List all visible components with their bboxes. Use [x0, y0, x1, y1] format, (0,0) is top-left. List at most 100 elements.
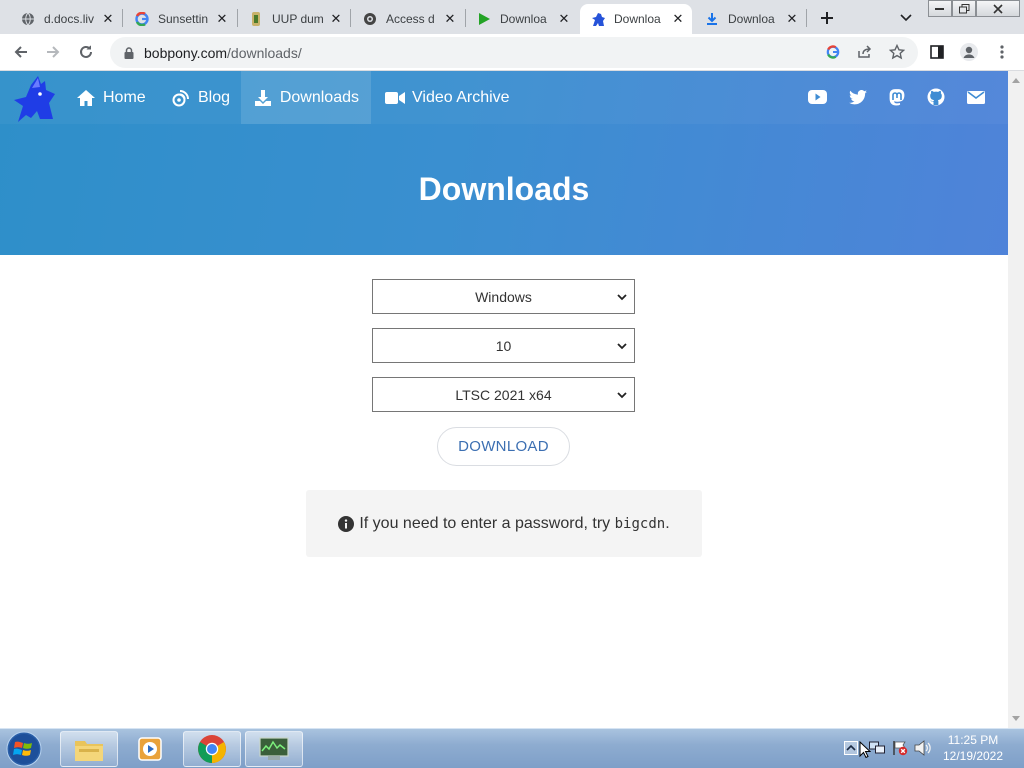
tab-title: Downloa: [500, 12, 547, 26]
close-icon[interactable]: ✕: [784, 11, 800, 27]
address-bar[interactable]: bobpony.com/downloads/: [110, 37, 918, 68]
os-select[interactable]: Windows: [372, 279, 635, 314]
tab-title: Downloa: [728, 12, 775, 26]
google-translate-icon[interactable]: [820, 39, 846, 65]
nav-blog[interactable]: Blog: [159, 71, 242, 124]
close-window-button[interactable]: [976, 0, 1020, 17]
menu-kebab-icon[interactable]: [989, 39, 1015, 65]
download-button[interactable]: DOWNLOAD: [437, 427, 570, 466]
twitter-icon[interactable]: [848, 87, 868, 107]
lock-icon[interactable]: [122, 46, 136, 60]
back-button[interactable]: [8, 39, 34, 65]
access-icon: [362, 11, 378, 27]
tab-separator: [350, 9, 351, 27]
system-clock[interactable]: 11:25 PM 12/19/2022: [936, 732, 1010, 764]
tab-search-button[interactable]: [894, 6, 918, 30]
task-manager-icon[interactable]: [245, 731, 303, 767]
globe-icon: [20, 11, 36, 27]
chevron-down-icon: [617, 392, 627, 399]
download-icon: [253, 88, 273, 108]
screen: d.docs.liv ✕ Sunsettin ✕ UUP dum ✕ Acces…: [0, 0, 1024, 768]
edition-select[interactable]: LTSC 2021 x64: [372, 377, 635, 412]
hero-banner: Home Blog Downloads Video Archive Downlo…: [0, 71, 1008, 255]
close-icon[interactable]: ✕: [442, 11, 458, 27]
tab-7[interactable]: Downloa ✕: [694, 4, 806, 34]
youtube-icon[interactable]: [807, 87, 827, 107]
tab-2[interactable]: Sunsettin ✕: [124, 4, 236, 34]
tab-separator: [806, 9, 807, 27]
nav-downloads[interactable]: Downloads: [241, 71, 371, 124]
google-icon: [134, 11, 150, 27]
side-panel-icon[interactable]: [924, 39, 950, 65]
notice-message: If you need to enter a password, try: [359, 514, 611, 532]
bobpony-logo[interactable]: [10, 74, 60, 124]
mastodon-icon[interactable]: [887, 87, 907, 107]
notice-text: If you need to enter a password, try big…: [359, 515, 669, 533]
page-viewport: Home Blog Downloads Video Archive Downlo…: [0, 71, 1008, 728]
tab-4[interactable]: Access d ✕: [352, 4, 464, 34]
tab-title: d.docs.liv: [44, 12, 95, 26]
close-icon[interactable]: ✕: [328, 11, 344, 27]
windows-taskbar: 11:25 PM 12/19/2022: [0, 728, 1024, 768]
nav-blog-label: Blog: [198, 88, 231, 106]
nav-video-archive[interactable]: Video Archive: [373, 71, 522, 124]
volume-icon[interactable]: [914, 739, 932, 757]
download-icon: [704, 11, 720, 27]
start-button[interactable]: [4, 730, 44, 768]
edition-select-value: LTSC 2021 x64: [455, 386, 552, 403]
restore-button[interactable]: [952, 0, 976, 17]
tab-title: UUP dum: [272, 12, 324, 26]
clock-time: 11:25 PM: [947, 733, 999, 747]
close-icon[interactable]: ✕: [556, 11, 572, 27]
browser-toolbar: bobpony.com/downloads/: [0, 34, 1024, 71]
tab-title: Access d: [386, 12, 435, 26]
home-icon: [76, 88, 96, 108]
tab-strip: d.docs.liv ✕ Sunsettin ✕ UUP dum ✕ Acces…: [0, 0, 1024, 34]
uup-icon: [248, 11, 264, 27]
password-notice: If you need to enter a password, try big…: [306, 490, 702, 557]
media-player-icon[interactable]: [121, 731, 179, 767]
info-icon: [338, 515, 355, 532]
tab-separator: [122, 9, 123, 27]
chrome-icon[interactable]: [183, 731, 241, 767]
notice-end: .: [665, 514, 670, 532]
action-center-flag-icon[interactable]: [891, 739, 909, 757]
tab-title: Downloa: [614, 12, 661, 26]
tab-6-active[interactable]: Downloa ✕: [580, 4, 692, 34]
tab-5[interactable]: Downloa ✕: [466, 4, 578, 34]
bobpony-icon: [590, 11, 606, 27]
scroll-down-arrow[interactable]: [1008, 712, 1024, 726]
mail-icon[interactable]: [966, 87, 986, 107]
close-icon[interactable]: ✕: [100, 11, 116, 27]
new-tab-button[interactable]: [814, 6, 840, 30]
forward-button[interactable]: [40, 39, 66, 65]
scroll-up-arrow[interactable]: [1008, 73, 1024, 87]
nav-home[interactable]: Home: [64, 71, 158, 124]
minimize-button[interactable]: [928, 0, 952, 17]
url-text: bobpony.com/downloads/: [144, 45, 302, 61]
network-icon[interactable]: [868, 739, 886, 757]
page-title: Downloads: [418, 171, 590, 207]
tab-1[interactable]: d.docs.liv ✕: [10, 4, 122, 34]
version-select[interactable]: 10: [372, 328, 635, 363]
profile-avatar-icon[interactable]: [956, 39, 982, 65]
os-select-value: Windows: [475, 288, 532, 305]
reload-button[interactable]: [73, 39, 99, 65]
explorer-icon[interactable]: [60, 731, 118, 767]
nav-downloads-label: Downloads: [279, 88, 359, 106]
play-icon: [476, 11, 492, 27]
share-icon[interactable]: [852, 39, 878, 65]
tab-3[interactable]: UUP dum ✕: [238, 4, 350, 34]
clock-date: 12/19/2022: [942, 749, 1004, 763]
tab-title: Sunsettin: [158, 12, 209, 26]
close-icon[interactable]: ✕: [214, 11, 230, 27]
password-code: bigcdn: [614, 515, 666, 532]
chevron-down-icon: [617, 343, 627, 350]
chevron-down-icon: [617, 294, 627, 301]
nav-video-archive-label: Video Archive: [412, 88, 510, 106]
blog-icon: [171, 88, 191, 108]
page-scrollbar[interactable]: [1008, 71, 1024, 728]
github-icon[interactable]: [926, 87, 946, 107]
close-icon[interactable]: ✕: [670, 11, 686, 27]
bookmark-star-icon[interactable]: [884, 39, 910, 65]
